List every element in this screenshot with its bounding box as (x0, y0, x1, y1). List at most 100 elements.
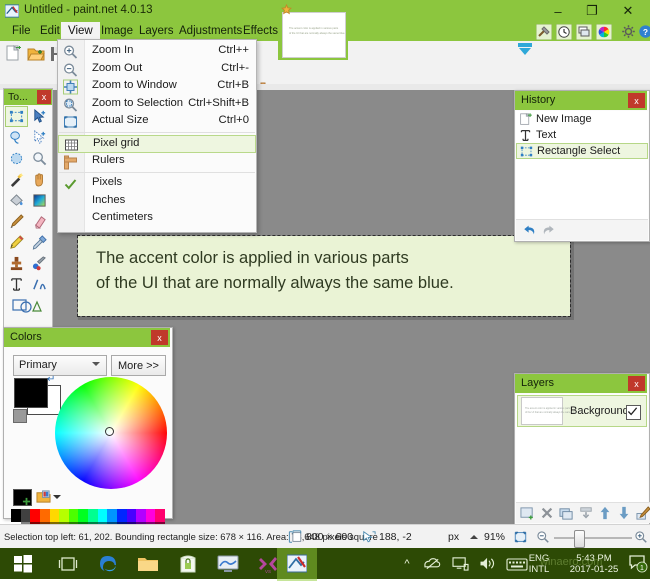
history-panel-close-button[interactable]: x (628, 93, 645, 108)
add-layer-icon[interactable] (520, 506, 535, 521)
close-button[interactable]: ✕ (612, 0, 644, 22)
tools-panel-close-button[interactable]: x (37, 90, 51, 104)
menu-item-zoom-in[interactable]: Zoom In Ctrl++ (58, 43, 256, 61)
tool-line-curve[interactable] (28, 274, 51, 295)
menu-item-zoom-to-selection[interactable]: Zoom to Selection Ctrl+Shift+B (58, 96, 256, 114)
layer-properties-icon[interactable] (636, 505, 650, 521)
palette-swatch[interactable] (11, 509, 21, 522)
selection-marquee[interactable] (77, 235, 571, 317)
menu-item-pixel-grid[interactable]: Pixel grid (58, 135, 256, 153)
palette-swatch[interactable] (145, 509, 156, 522)
history-item-text[interactable]: Text (516, 127, 648, 143)
tool-move-selected[interactable] (28, 106, 51, 127)
menu-item-rulers[interactable]: Rulers (58, 153, 256, 171)
palette-swatch[interactable] (97, 509, 108, 522)
tool-ellipse-select[interactable] (5, 148, 28, 169)
color-mode-select[interactable]: Primary (13, 355, 107, 376)
color-wheel-cursor[interactable] (105, 427, 114, 436)
show-hidden-icons-button[interactable]: ^ (398, 548, 416, 579)
zoom-slider-thumb[interactable] (574, 530, 585, 548)
palette-swatch[interactable] (126, 509, 137, 522)
colors-panel-close-button[interactable]: x (151, 330, 168, 345)
zoom-in-icon[interactable] (634, 530, 648, 544)
help-icon[interactable]: ? (638, 24, 650, 39)
unit-label[interactable]: px (448, 531, 459, 543)
palette-swatch[interactable] (20, 509, 31, 522)
tool-zoom[interactable] (28, 148, 51, 169)
palette-swatch[interactable] (39, 509, 50, 522)
network-button[interactable] (447, 548, 473, 579)
paintnet-taskbar-button[interactable] (277, 548, 317, 581)
tool-text[interactable] (5, 274, 28, 295)
windows-start-button[interactable] (0, 548, 45, 579)
swap-colors-icon[interactable]: ↵ (47, 374, 55, 385)
file-explorer-button[interactable] (128, 548, 168, 579)
maximize-button[interactable]: ❐ (576, 0, 608, 22)
tool-eraser[interactable] (28, 211, 51, 232)
menu-item-pixels[interactable]: Pixels (58, 175, 256, 193)
tool-pencil[interactable] (5, 232, 28, 253)
remote-desktop-button[interactable] (208, 548, 248, 579)
zoom-out-icon[interactable] (536, 530, 550, 544)
menu-item-inches[interactable]: Inches (58, 193, 256, 211)
tool-rectangle-select[interactable] (5, 106, 28, 127)
move-layer-up-icon[interactable] (598, 506, 612, 520)
tool-magic-wand[interactable] (5, 169, 28, 190)
palette-swatch[interactable] (88, 509, 98, 522)
reset-colors-icon[interactable] (13, 409, 27, 423)
menu-item-zoom-out[interactable]: Zoom Out Ctrl+- (58, 61, 256, 79)
history-window-icon[interactable] (556, 24, 572, 40)
more-button[interactable]: More >> (111, 355, 166, 376)
thumbnail-collapse-icon[interactable] (517, 42, 533, 56)
palette-swatch[interactable] (59, 509, 69, 522)
layer-visibility-checkbox[interactable] (626, 405, 641, 420)
menu-item-actual-size[interactable]: Actual Size Ctrl+0 (58, 113, 256, 131)
tool-lasso-select[interactable] (5, 127, 28, 148)
task-view-button[interactable] (48, 548, 88, 579)
layer-item-background[interactable]: The accent color is applied in various p… (517, 395, 647, 427)
minimize-button[interactable]: – (542, 0, 574, 22)
tool-clone-stamp[interactable] (5, 253, 28, 274)
store-button[interactable] (168, 548, 208, 579)
layers-list[interactable]: The accent color is applied in various p… (516, 394, 648, 502)
pin-tab-icon[interactable] (281, 4, 292, 15)
tool-move-selection[interactable] (28, 127, 51, 148)
new-image-icon[interactable] (5, 45, 23, 63)
volume-button[interactable] (475, 548, 501, 579)
tool-paint-bucket[interactable] (5, 190, 28, 211)
tool-paintbrush[interactable] (5, 211, 28, 232)
merge-layer-down-icon[interactable] (579, 506, 593, 520)
redo-icon[interactable] (541, 223, 556, 237)
palette-primary-swatch[interactable] (13, 489, 32, 506)
layers-panel-close-button[interactable]: x (628, 376, 645, 391)
palette-swatch[interactable] (155, 509, 165, 522)
tool-color-picker[interactable] (28, 232, 51, 253)
tool-pan[interactable] (28, 169, 51, 190)
palette-dropdown-caret[interactable] (53, 495, 61, 499)
palette-swatch[interactable] (49, 509, 60, 522)
primary-color-swatch[interactable] (14, 378, 48, 408)
menu-item-zoom-to-window[interactable]: Zoom to Window Ctrl+B (58, 78, 256, 96)
move-layer-down-icon[interactable] (617, 506, 631, 520)
action-center-button[interactable]: 1 (628, 553, 648, 573)
duplicate-layer-icon[interactable] (559, 506, 574, 521)
open-image-icon[interactable] (27, 45, 45, 63)
settings-icon[interactable] (621, 24, 636, 39)
zoom-level-value[interactable]: 91% (484, 531, 505, 543)
tool-recolor[interactable] (28, 253, 51, 274)
palette-swatch[interactable] (107, 509, 117, 522)
menu-item-centimeters[interactable]: Centimeters (58, 210, 256, 228)
palette-swatch[interactable] (136, 509, 146, 522)
onedrive-button[interactable] (419, 548, 445, 579)
palette-swatch[interactable] (116, 509, 127, 522)
tool-shapes[interactable] (5, 295, 51, 316)
layers-window-icon[interactable] (576, 24, 592, 40)
delete-layer-icon[interactable] (540, 506, 554, 520)
tools-window-icon[interactable] (536, 24, 552, 40)
history-item-new-image[interactable]: New Image (516, 111, 648, 127)
zoom-fit-icon[interactable] (513, 530, 528, 544)
color-wheel[interactable] (55, 377, 167, 489)
edge-button[interactable] (88, 548, 128, 579)
chevron-up-icon[interactable] (470, 535, 478, 539)
palette-swatch[interactable] (68, 509, 79, 522)
